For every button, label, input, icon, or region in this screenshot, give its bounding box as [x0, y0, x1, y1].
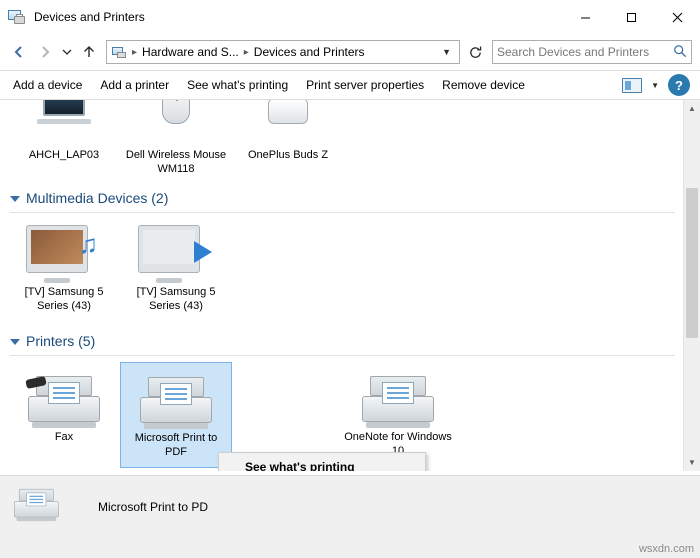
device-label-buds: OnePlus Buds Z — [232, 142, 344, 184]
tile-label: Fax — [54, 431, 74, 443]
tile-label: [TV] Samsung 5 Series (43) — [136, 286, 216, 312]
title-bar: Devices and Printers — [0, 0, 700, 34]
scrollbar-thumb[interactable] — [686, 188, 698, 338]
device-label-laptop: AHCH_LAP03 — [8, 142, 120, 184]
tile-label: AHCH_LAP03 — [28, 149, 100, 161]
collapse-triangle-icon[interactable] — [10, 196, 20, 202]
media-player-icon — [122, 221, 230, 283]
search-icon[interactable] — [673, 44, 687, 61]
tile-label: OnePlus Buds Z — [247, 149, 329, 161]
mouse-icon — [122, 100, 230, 124]
vertical-scrollbar[interactable]: ▲ ▼ — [683, 100, 700, 471]
details-pane: Microsoft Print to PD — [0, 475, 700, 537]
printer-icon — [344, 366, 452, 428]
devices-printers-icon — [8, 8, 26, 26]
group-header-printers[interactable]: Printers (5) — [0, 327, 683, 355]
minimize-button[interactable] — [562, 0, 608, 34]
context-menu: See what's printing Set as default print… — [218, 452, 426, 471]
watermark: wsxdn.com — [638, 543, 694, 555]
add-a-device-button[interactable]: Add a device — [4, 73, 91, 97]
scroll-down-arrow[interactable]: ▼ — [684, 454, 700, 471]
recent-locations-button[interactable] — [58, 39, 76, 65]
tile-label: Dell Wireless Mouse WM118 — [125, 149, 227, 175]
printer-tile-fax[interactable]: Fax — [8, 362, 120, 468]
media-renderer-icon: ♫ — [10, 221, 118, 283]
group-title: Printers (5) — [26, 333, 96, 349]
printer-tile-microsoft-print-to-pdf[interactable]: Microsoft Print to PDF — [120, 362, 232, 468]
forward-button[interactable] — [32, 39, 58, 65]
items-scroll-area: AHCH_LAP03 Dell Wireless Mouse WM118 One… — [0, 100, 683, 471]
tile-label: [TV] Samsung 5 Series (43) — [24, 286, 104, 312]
view-caret-icon[interactable]: ▼ — [648, 81, 662, 90]
command-bar-right: ▼ ? — [618, 74, 696, 96]
maximize-button[interactable] — [608, 0, 654, 34]
command-bar: Add a device Add a printer See what's pr… — [0, 70, 700, 100]
multimedia-row: ♫ [TV] Samsung 5 Series (43) [TV] Samsun… — [0, 213, 683, 321]
address-devices-icon — [111, 44, 127, 60]
laptop-icon — [10, 100, 118, 124]
printer-icon — [14, 479, 86, 534]
window-controls — [562, 0, 700, 34]
scroll-up-arrow[interactable]: ▲ — [684, 100, 700, 117]
details-title: Microsoft Print to PD — [98, 499, 209, 514]
printer-icon — [123, 367, 229, 429]
breadcrumb-devices-printers[interactable]: Devices and Printers — [252, 45, 367, 59]
close-button[interactable] — [654, 0, 700, 34]
chevron-down-icon[interactable]: ▼ — [436, 47, 457, 57]
collapse-triangle-icon[interactable] — [10, 339, 20, 345]
window-title: Devices and Printers — [34, 10, 145, 24]
back-button[interactable] — [6, 39, 32, 65]
refresh-button[interactable] — [462, 40, 488, 64]
view-icon — [622, 77, 643, 93]
breadcrumb-hardware[interactable]: Hardware and S... — [140, 45, 241, 59]
menu-item-see-whats-printing[interactable]: See what's printing — [219, 455, 425, 471]
device-label-mouse: Dell Wireless Mouse WM118 — [120, 142, 232, 184]
device-tile-mouse[interactable] — [120, 100, 232, 148]
remove-device-button[interactable]: Remove device — [433, 73, 534, 97]
see-whats-printing-button[interactable]: See what's printing — [178, 73, 297, 97]
breadcrumb-separator-1[interactable]: ▸ — [241, 47, 252, 58]
device-tile-tv-media-renderer[interactable]: ♫ [TV] Samsung 5 Series (43) — [8, 217, 120, 321]
device-tile-laptop[interactable] — [8, 100, 120, 148]
print-server-properties-button[interactable]: Print server properties — [297, 73, 433, 97]
change-view-button[interactable] — [618, 75, 646, 96]
status-bar — [0, 537, 700, 558]
help-button[interactable]: ? — [668, 74, 690, 96]
address-bar: ▸ Hardware and S... ▸ Devices and Printe… — [0, 34, 700, 70]
up-button[interactable] — [76, 39, 102, 65]
fax-icon — [10, 366, 118, 428]
group-title: Multimedia Devices (2) — [26, 190, 169, 206]
devices-row-clipped — [0, 100, 683, 148]
earbuds-icon — [234, 100, 342, 124]
group-header-multimedia[interactable]: Multimedia Devices (2) — [0, 184, 683, 212]
device-tile-buds[interactable] — [232, 100, 344, 148]
add-a-printer-button[interactable]: Add a printer — [91, 73, 178, 97]
tile-label: Microsoft Print to PDF — [134, 432, 218, 458]
content-area: AHCH_LAP03 Dell Wireless Mouse WM118 One… — [0, 100, 700, 471]
devices-row-labels: AHCH_LAP03 Dell Wireless Mouse WM118 One… — [0, 142, 683, 184]
address-path-box[interactable]: ▸ Hardware and S... ▸ Devices and Printe… — [106, 40, 460, 64]
search-box[interactable]: Search Devices and Printers — [492, 40, 692, 64]
breadcrumb-separator-0[interactable]: ▸ — [129, 47, 140, 58]
search-input[interactable]: Search Devices and Printers — [497, 45, 673, 59]
device-tile-tv-media-player[interactable]: [TV] Samsung 5 Series (43) — [120, 217, 232, 321]
